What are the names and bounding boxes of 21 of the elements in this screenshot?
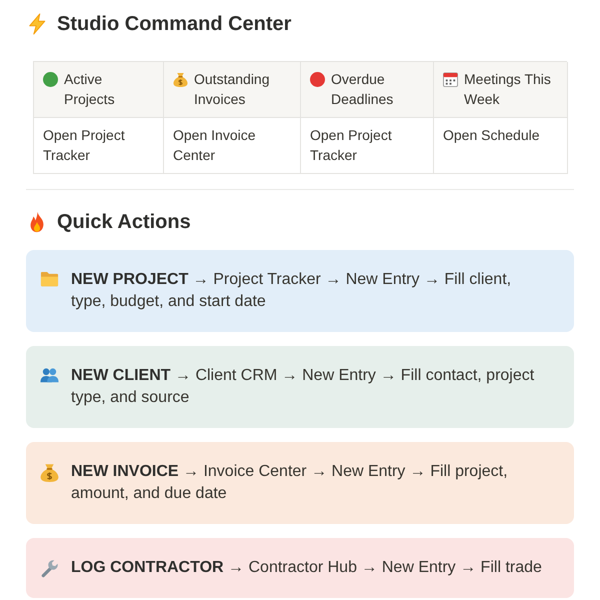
calendar-icon [443,72,458,87]
column-title: Active Projects [64,70,116,109]
lightning-bolt-icon [26,13,48,35]
money-bag-icon [173,72,188,87]
table-cell: Open Project Tracker [34,118,164,174]
table-cell: Open Invoice Center [164,118,301,174]
column-title: Meetings This Week [464,70,552,109]
folder-icon [40,271,59,288]
table-cell: Open Project Tracker [301,118,434,174]
page-title: Studio Command Center [57,12,292,37]
wrench-icon [40,559,59,578]
column-title: Outstanding Invoices [194,70,270,109]
people-icon [40,367,59,384]
action-description: LOG CONTRACTOR → Contractor Hub → New Entry → Fill trade [71,558,543,578]
action-description: NEW PROJECT → Project Tracker → New Entry → Fill client, type, budget, and start date [71,270,512,312]
column-title: Overdue Deadlines [331,70,394,109]
section-title: Quick Actions [57,210,191,235]
action-description: NEW CLIENT → Client CRM → New Entry → Fill contact, project type, and source [71,366,536,408]
money-bag-icon [40,463,59,482]
table-cell: Open Schedule [434,118,568,174]
action-description: NEW INVOICE → Invoice Center → New Entry → Fill project, amount, and due date [71,462,509,504]
